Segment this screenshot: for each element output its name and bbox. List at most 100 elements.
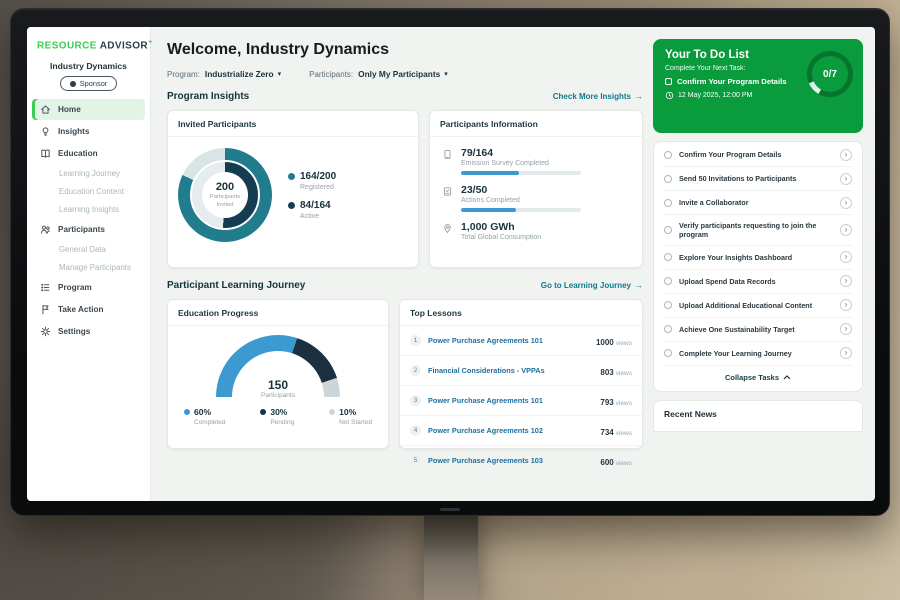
task-label: Send 50 Invitations to Participants bbox=[679, 174, 833, 183]
sidebar-item-learning-journey[interactable]: Learning Journey bbox=[32, 165, 145, 182]
todo-summary-card: Your To Do List Complete Your Next Task:… bbox=[653, 39, 863, 133]
lesson-link[interactable]: Power Purchase Agreements 101 bbox=[428, 396, 593, 405]
views-label: views bbox=[616, 340, 632, 347]
collapse-tasks-button[interactable]: Collapse Tasks bbox=[664, 366, 852, 390]
logo-primary: RESOURCE bbox=[37, 40, 97, 51]
task-row[interactable]: Upload Spend Data Records › bbox=[664, 270, 852, 294]
lesson-row[interactable]: 2 Financial Considerations - VPPAs 803vi… bbox=[400, 356, 642, 386]
registered-label: Registered bbox=[300, 184, 336, 191]
pin-icon bbox=[442, 223, 453, 234]
chevron-right-icon[interactable]: › bbox=[840, 299, 852, 311]
chevron-right-icon[interactable]: › bbox=[840, 173, 852, 185]
learning-journey-header: Participant Learning Journey Go to Learn… bbox=[167, 280, 643, 291]
task-checkbox[interactable] bbox=[664, 226, 672, 234]
task-checkbox[interactable] bbox=[664, 199, 672, 207]
task-checkbox[interactable] bbox=[664, 325, 672, 333]
app-logo: RESOURCE ADVISOR+ bbox=[27, 37, 150, 51]
next-task-label: Confirm Your Program Details bbox=[677, 77, 787, 86]
collapse-label: Collapse Tasks bbox=[725, 373, 779, 382]
lesson-row[interactable]: 5 Power Purchase Agreements 103 600views bbox=[400, 446, 642, 475]
chevron-up-icon bbox=[783, 375, 791, 380]
sidebar-item-label: Participants bbox=[58, 225, 105, 234]
chevron-right-icon[interactable]: › bbox=[840, 275, 852, 287]
invited-total-label: Participants Invited bbox=[206, 194, 244, 208]
progress-fill bbox=[461, 171, 519, 175]
program-insights-header: Program Insights Check More Insights→ bbox=[167, 91, 643, 102]
sidebar-item-program[interactable]: Program bbox=[32, 277, 145, 298]
sidebar-item-education-content[interactable]: Education Content bbox=[32, 183, 145, 200]
task-checkbox[interactable] bbox=[664, 301, 672, 309]
sidebar-item-insights[interactable]: Insights bbox=[32, 121, 145, 142]
task-checkbox[interactable] bbox=[664, 253, 672, 261]
section-title: Participant Learning Journey bbox=[167, 280, 305, 291]
lesson-link[interactable]: Power Purchase Agreements 103 bbox=[428, 456, 593, 465]
chevron-right-icon[interactable]: › bbox=[840, 251, 852, 263]
link-label: Check More Insights bbox=[553, 92, 631, 101]
people-icon bbox=[40, 224, 51, 235]
lesson-rank: 4 bbox=[410, 425, 421, 436]
task-row[interactable]: Send 50 Invitations to Participants › bbox=[664, 167, 852, 191]
views-label: views bbox=[616, 400, 632, 407]
task-row[interactable]: Upload Additional Educational Content › bbox=[664, 294, 852, 318]
lesson-row[interactable]: 1 Power Purchase Agreements 101 1000view… bbox=[400, 326, 642, 356]
go-to-learning-journey-link[interactable]: Go to Learning Journey→ bbox=[541, 281, 643, 290]
task-checkbox[interactable] bbox=[664, 277, 672, 285]
sponsor-label: Sponsor bbox=[80, 79, 108, 88]
lesson-link[interactable]: Power Purchase Agreements 101 bbox=[428, 336, 589, 345]
power-led bbox=[440, 508, 460, 511]
task-checkbox[interactable] bbox=[664, 151, 672, 159]
sidebar-item-general-data[interactable]: General Data bbox=[32, 241, 145, 258]
sidebar-item-education[interactable]: Education bbox=[32, 143, 145, 164]
lesson-views: 600 bbox=[600, 458, 613, 467]
sidebar-item-participants[interactable]: Participants bbox=[32, 219, 145, 240]
education-progress-card: Education Progress 150 Participants bbox=[167, 299, 389, 449]
emission-survey-value: 79/164 bbox=[461, 147, 581, 159]
lesson-row[interactable]: 4 Power Purchase Agreements 102 734views bbox=[400, 416, 642, 446]
pending-dot bbox=[260, 409, 266, 415]
sidebar-item-take-action[interactable]: Take Action bbox=[32, 299, 145, 320]
task-row[interactable]: Invite a Collaborator › bbox=[664, 191, 852, 215]
sidebar-item-learning-insights[interactable]: Learning Insights bbox=[32, 201, 145, 218]
task-row[interactable]: Complete Your Learning Journey › bbox=[664, 342, 852, 366]
lesson-link[interactable]: Power Purchase Agreements 102 bbox=[428, 426, 593, 435]
gauge-value: 150 bbox=[216, 378, 340, 392]
chevron-right-icon[interactable]: › bbox=[840, 347, 852, 359]
chevron-right-icon[interactable]: › bbox=[840, 224, 852, 236]
lesson-row[interactable]: 3 Power Purchase Agreements 101 793views bbox=[400, 386, 642, 416]
due-date: 12 May 2025, 12:00 PM bbox=[678, 92, 752, 99]
progress-fill bbox=[461, 208, 516, 212]
lesson-rank: 2 bbox=[410, 365, 421, 376]
program-filter[interactable]: Program: Industrialize Zero ▾ bbox=[167, 69, 281, 79]
filters-row: Program: Industrialize Zero ▾ Participan… bbox=[167, 69, 643, 79]
sponsor-icon bbox=[70, 81, 76, 87]
participants-filter[interactable]: Participants: Only My Participants ▾ bbox=[309, 69, 448, 79]
chevron-right-icon[interactable]: › bbox=[840, 197, 852, 209]
lesson-views: 803 bbox=[600, 368, 613, 377]
task-row[interactable]: Achieve One Sustainability Target › bbox=[664, 318, 852, 342]
active-label: Active bbox=[300, 213, 336, 220]
sidebar-item-label: Program bbox=[58, 283, 92, 292]
chevron-right-icon[interactable]: › bbox=[840, 323, 852, 335]
lesson-link[interactable]: Financial Considerations - VPPAs bbox=[428, 366, 593, 375]
logo-secondary: ADVISOR bbox=[100, 40, 148, 51]
sidebar-item-home[interactable]: Home bbox=[32, 99, 145, 120]
task-row[interactable]: Explore Your Insights Dashboard › bbox=[664, 246, 852, 270]
not-started-label: Not Started bbox=[339, 419, 372, 426]
views-label: views bbox=[616, 370, 632, 377]
task-label: Upload Spend Data Records bbox=[679, 277, 833, 286]
task-checkbox[interactable] bbox=[664, 175, 672, 183]
task-row[interactable]: Confirm Your Program Details › bbox=[664, 143, 852, 167]
completed-pct: 60% bbox=[194, 407, 211, 417]
bulb-icon bbox=[40, 126, 51, 137]
arrow-right-icon: → bbox=[635, 281, 643, 290]
task-row[interactable]: Verify participants requesting to join t… bbox=[664, 215, 852, 246]
sidebar-item-manage-participants[interactable]: Manage Participants bbox=[32, 259, 145, 276]
sidebar-item-settings[interactable]: Settings bbox=[32, 321, 145, 342]
sidebar-nav: Home Insights Education Learning Journey bbox=[27, 99, 150, 342]
check-more-insights-link[interactable]: Check More Insights→ bbox=[553, 92, 643, 101]
chevron-right-icon[interactable]: › bbox=[840, 149, 852, 161]
checkbox-icon[interactable] bbox=[665, 78, 672, 85]
info-body: 79/164 Emission Survey Completed bbox=[430, 137, 642, 254]
task-checkbox[interactable] bbox=[664, 349, 672, 357]
actions-completed-value: 23/50 bbox=[461, 184, 581, 196]
